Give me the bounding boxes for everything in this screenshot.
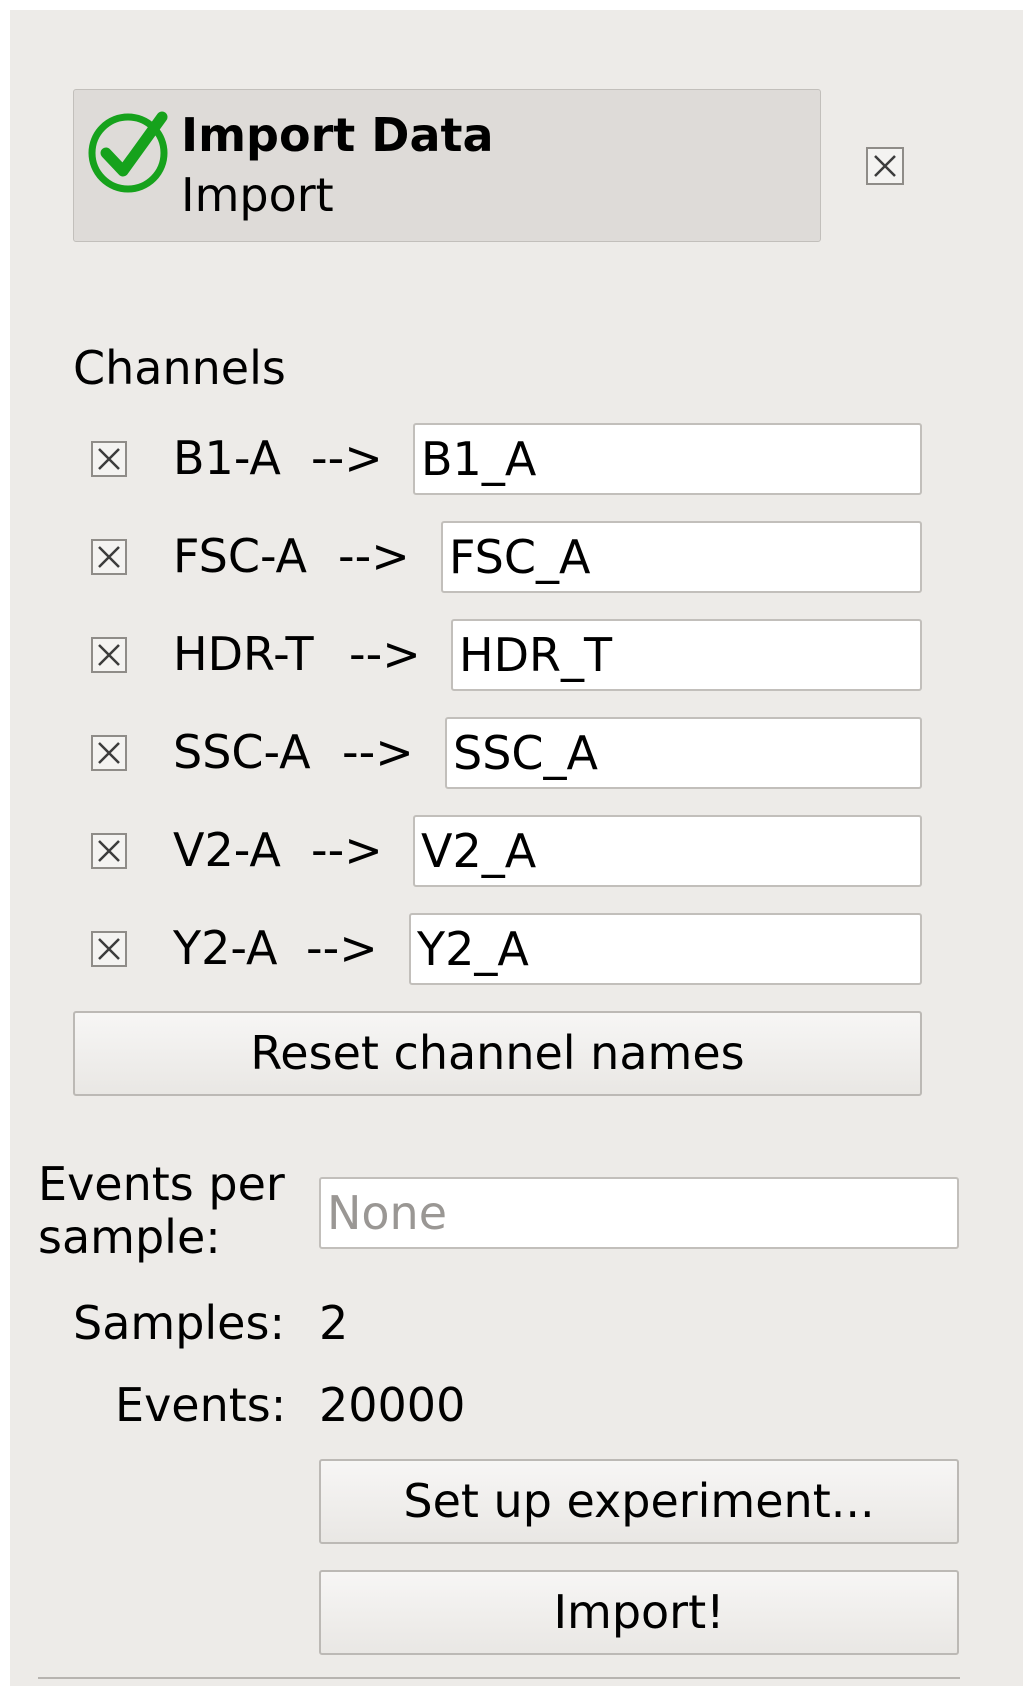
close-icon[interactable] xyxy=(866,147,904,185)
channel-checkbox-hdr-t[interactable] xyxy=(91,637,127,673)
channel-arrow: --> xyxy=(342,725,414,779)
channel-checkbox-ssc-a[interactable] xyxy=(91,735,127,771)
channel-name-input-v2-a[interactable] xyxy=(413,815,922,887)
channel-arrow: --> xyxy=(311,431,383,485)
channel-name-input-y2-a[interactable] xyxy=(409,913,922,985)
samples-label: Samples: xyxy=(73,1296,285,1350)
channel-source-label: HDR-T xyxy=(173,627,314,681)
channel-name-input-ssc-a[interactable] xyxy=(445,717,922,789)
header-subtitle: Import xyxy=(181,168,334,222)
channel-source-label: Y2-A xyxy=(173,921,278,975)
channel-arrow: --> xyxy=(311,823,383,877)
channel-arrow: --> xyxy=(349,627,421,681)
events-value: 20000 xyxy=(319,1378,466,1432)
samples-value: 2 xyxy=(319,1296,349,1350)
bottom-divider xyxy=(38,1677,960,1679)
events-per-sample-label-line2: sample: xyxy=(38,1210,221,1264)
channel-arrow: --> xyxy=(306,921,378,975)
channel-checkbox-b1-a[interactable] xyxy=(91,441,127,477)
channel-checkbox-v2-a[interactable] xyxy=(91,833,127,869)
channel-source-label: V2-A xyxy=(173,823,281,877)
check-circle-icon xyxy=(88,111,168,193)
reset-channel-names-button[interactable]: Reset channel names xyxy=(73,1011,922,1096)
header-title: Import Data xyxy=(181,108,494,162)
channel-source-label: B1-A xyxy=(173,431,281,485)
channel-checkbox-y2-a[interactable] xyxy=(91,931,127,967)
events-per-sample-label-line1: Events per xyxy=(38,1157,285,1211)
events-label: Events: xyxy=(115,1378,287,1432)
channel-source-label: FSC-A xyxy=(173,529,308,583)
set-up-experiment-button[interactable]: Set up experiment... xyxy=(319,1459,959,1544)
channels-section-label: Channels xyxy=(73,341,286,395)
channel-checkbox-fsc-a[interactable] xyxy=(91,539,127,575)
channel-name-input-b1-a[interactable] xyxy=(413,423,922,495)
channel-name-input-fsc-a[interactable] xyxy=(441,521,922,593)
import-button[interactable]: Import! xyxy=(319,1570,959,1655)
events-per-sample-input[interactable] xyxy=(319,1177,959,1249)
channel-arrow: --> xyxy=(338,529,410,583)
channel-name-input-hdr-t[interactable] xyxy=(451,619,922,691)
events-per-sample-label: Events per sample: xyxy=(38,1158,285,1264)
channel-source-label: SSC-A xyxy=(173,725,311,779)
